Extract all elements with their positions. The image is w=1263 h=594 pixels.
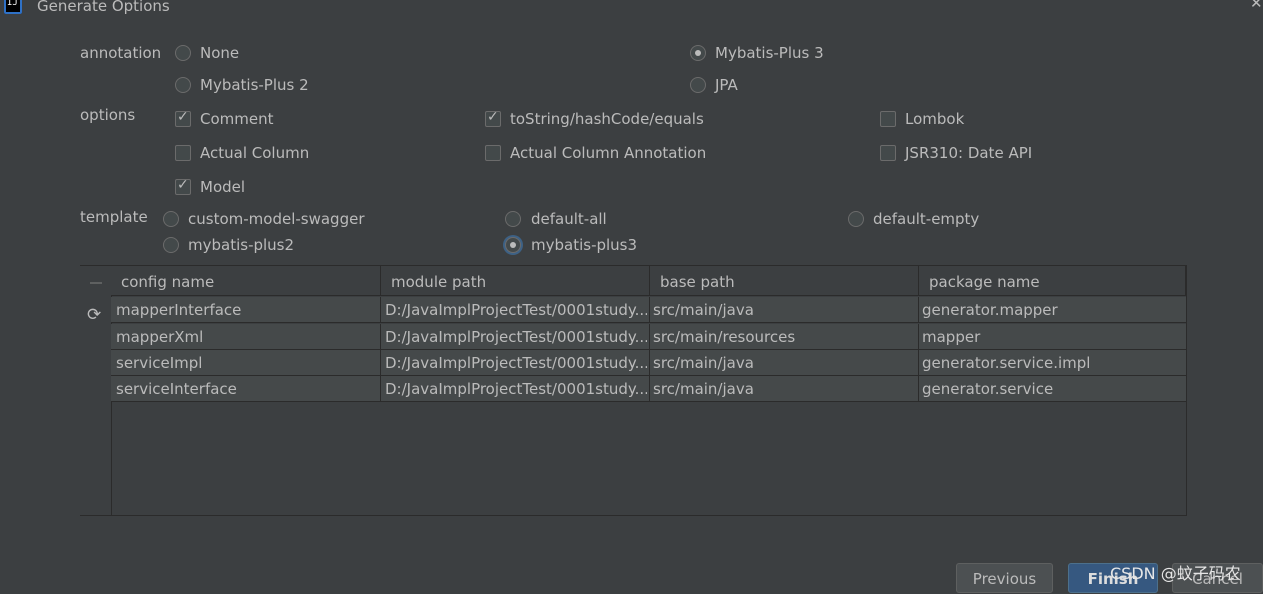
radio-annotation-none[interactable] <box>175 45 191 61</box>
cell-config-name[interactable]: serviceInterface <box>116 380 378 398</box>
radio-template-default-empty[interactable] <box>848 211 864 227</box>
radio-label-jpa[interactable]: JPA <box>715 76 738 94</box>
checkbox-lombok[interactable] <box>880 111 896 127</box>
radio-annotation-mybatis-plus2[interactable] <box>175 77 191 93</box>
column-header-config-name[interactable]: config name <box>111 266 381 296</box>
checkbox-jsr310[interactable] <box>880 145 896 161</box>
cell-module-path[interactable]: D:/JavaImplProjectTest/0001study... <box>385 301 647 319</box>
radio-label-none[interactable]: None <box>200 44 239 62</box>
table-row[interactable]: mapperXml D:/JavaImplProjectTest/0001stu… <box>111 324 1186 350</box>
cell-base-path[interactable]: src/main/java <box>653 354 915 372</box>
checkbox-label-jsr310[interactable]: JSR310: Date API <box>905 144 1032 162</box>
cell-package-name[interactable]: generator.mapper <box>922 301 1184 319</box>
checkbox-tostring-hashcode-equals[interactable] <box>485 109 501 127</box>
cell-package-name[interactable]: generator.service <box>922 380 1184 398</box>
radio-annotation-mybatis-plus3[interactable] <box>690 45 706 61</box>
column-header-module-path[interactable]: module path <box>381 266 650 296</box>
cell-module-path[interactable]: D:/JavaImplProjectTest/0001study... <box>385 354 647 372</box>
checkbox-model[interactable] <box>175 177 191 195</box>
table-row[interactable]: serviceImpl D:/JavaImplProjectTest/0001s… <box>111 350 1186 376</box>
remove-row-icon[interactable] <box>90 282 102 284</box>
cell-module-path[interactable]: D:/JavaImplProjectTest/0001study... <box>385 328 647 346</box>
radio-annotation-jpa[interactable] <box>690 77 706 93</box>
cell-module-path[interactable]: D:/JavaImplProjectTest/0001study... <box>385 380 647 398</box>
radio-template-default-all[interactable] <box>505 211 521 227</box>
radio-template-mybatis-plus3[interactable] <box>505 237 521 253</box>
checkbox-comment[interactable] <box>175 109 191 127</box>
annotation-label: annotation <box>80 44 162 62</box>
radio-label-mybatis-plus2[interactable]: Mybatis-Plus 2 <box>200 76 309 94</box>
template-label: template <box>80 208 148 226</box>
table-row[interactable]: serviceInterface D:/JavaImplProjectTest/… <box>111 376 1186 402</box>
cell-base-path[interactable]: src/main/java <box>653 380 915 398</box>
checkbox-label-actual-column[interactable]: Actual Column <box>200 144 309 162</box>
refresh-icon[interactable]: ⟳ <box>87 305 101 325</box>
radio-template-mybatis-plus2[interactable] <box>163 237 179 253</box>
checkbox-label-comment[interactable]: Comment <box>200 110 274 128</box>
column-header-base-path[interactable]: base path <box>650 266 919 296</box>
radio-label-custom-model-swagger[interactable]: custom-model-swagger <box>188 210 364 228</box>
checkbox-label-tostring[interactable]: toString/hashCode/equals <box>510 110 704 128</box>
radio-label-mybatis-plus2-template[interactable]: mybatis-plus2 <box>188 236 294 254</box>
table-toolbar <box>80 266 112 515</box>
radio-template-custom-model-swagger[interactable] <box>163 211 179 227</box>
cell-package-name[interactable]: generator.service.impl <box>922 354 1184 372</box>
options-label: options <box>80 106 136 124</box>
radio-label-default-all[interactable]: default-all <box>531 210 607 228</box>
intellij-app-icon: IJ <box>4 0 22 14</box>
cell-config-name[interactable]: mapperXml <box>116 328 378 346</box>
checkbox-label-lombok[interactable]: Lombok <box>905 110 964 128</box>
cell-base-path[interactable]: src/main/resources <box>653 328 915 346</box>
checkbox-label-actual-column-annotation[interactable]: Actual Column Annotation <box>510 144 706 162</box>
title-bar: IJ Generate Options ✕ <box>0 0 1263 20</box>
cell-package-name[interactable]: mapper <box>922 328 1184 346</box>
radio-label-default-empty[interactable]: default-empty <box>873 210 979 228</box>
table-row[interactable]: mapperInterface D:/JavaImplProjectTest/0… <box>111 297 1186 323</box>
csdn-watermark: CSDN @蚊子码农 <box>1110 564 1241 583</box>
window-title: Generate Options <box>37 0 170 15</box>
checkbox-actual-column-annotation[interactable] <box>485 145 501 161</box>
close-icon[interactable]: ✕ <box>1250 0 1263 12</box>
radio-label-mybatis-plus3-template[interactable]: mybatis-plus3 <box>531 236 637 254</box>
cell-base-path[interactable]: src/main/java <box>653 301 915 319</box>
cell-config-name[interactable]: mapperInterface <box>116 301 378 319</box>
checkbox-label-model[interactable]: Model <box>200 178 245 196</box>
checkbox-actual-column[interactable] <box>175 145 191 161</box>
cell-config-name[interactable]: serviceImpl <box>116 354 378 372</box>
radio-label-mybatis-plus3[interactable]: Mybatis-Plus 3 <box>715 44 824 62</box>
column-header-package-name[interactable]: package name <box>919 266 1186 296</box>
